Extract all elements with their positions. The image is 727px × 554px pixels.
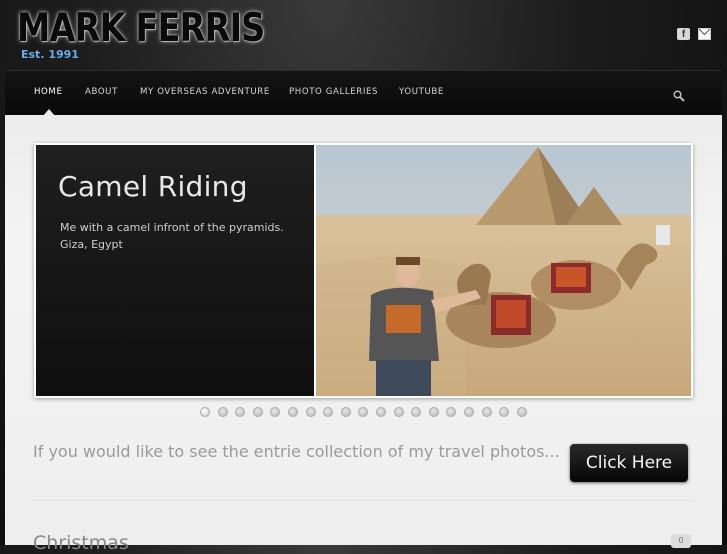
slider-dot[interactable] <box>305 407 316 417</box>
slide-description: Me with a camel infront of the pyramids.… <box>60 221 284 251</box>
slider-dot[interactable] <box>481 407 492 417</box>
slider-dot[interactable] <box>393 407 404 417</box>
mail-icon[interactable] <box>698 28 711 40</box>
promo-text: If you would like to see the entrie coll… <box>33 442 560 461</box>
main-navigation: HOME ABOUT MY OVERSEAS ADVENTURE PHOTO G… <box>5 70 722 116</box>
site-tagline: Est. 1991 <box>21 48 79 61</box>
slide-image[interactable] <box>316 145 691 396</box>
featured-slider[interactable]: Camel Riding Me with a camel infront of … <box>34 143 693 398</box>
slider-dot[interactable] <box>516 407 527 417</box>
slider-dot[interactable] <box>217 407 228 417</box>
nav-item-photo-galleries[interactable]: PHOTO GALLERIES <box>289 87 378 97</box>
post-title[interactable]: Christmas <box>33 532 129 554</box>
comment-count-badge[interactable]: 0 <box>671 534 691 548</box>
click-here-button[interactable]: Click Here <box>570 444 688 482</box>
section-divider <box>30 500 695 501</box>
slider-dot[interactable] <box>200 407 210 417</box>
slider-dot[interactable] <box>288 407 298 417</box>
slider-dot[interactable] <box>428 407 439 417</box>
slide-caption: Camel Riding Me with a camel infront of … <box>36 145 314 396</box>
nav-item-overseas-adventure[interactable]: MY OVERSEAS ADVENTURE <box>140 87 270 97</box>
slide-title: Camel Riding <box>58 170 248 203</box>
facebook-icon[interactable]: f <box>677 28 690 40</box>
slider-dot[interactable] <box>252 407 263 417</box>
slider-dot[interactable] <box>376 407 386 417</box>
nav-item-youtube[interactable]: YOUTUBE <box>399 87 444 97</box>
search-icon[interactable] <box>673 87 685 106</box>
site-header: MARK FERRIS Est. 1991 f <box>0 0 727 70</box>
nav-item-home[interactable]: HOME <box>34 87 62 97</box>
site-logo-title[interactable]: MARK FERRIS <box>17 6 265 51</box>
slider-dot[interactable] <box>340 407 351 417</box>
nav-item-about[interactable]: ABOUT <box>85 87 118 97</box>
slider-dot[interactable] <box>464 407 474 417</box>
